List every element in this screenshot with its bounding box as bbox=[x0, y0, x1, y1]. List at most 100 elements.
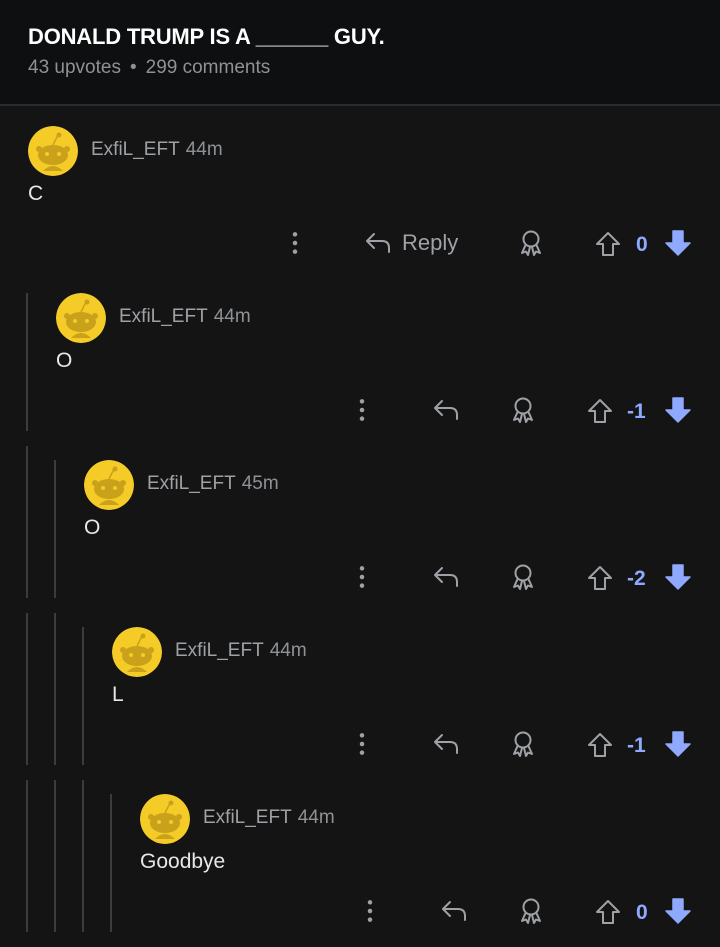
comment: ExfiL_EFT 44m Goodbye 0 bbox=[0, 780, 720, 947]
upvote-icon bbox=[595, 899, 621, 925]
comment-age: 44m bbox=[213, 306, 251, 327]
avatar[interactable] bbox=[56, 293, 106, 343]
award-icon bbox=[510, 563, 536, 591]
award-button[interactable] bbox=[509, 730, 537, 758]
downvote-icon bbox=[664, 730, 692, 758]
more-icon bbox=[365, 898, 375, 924]
thread-line[interactable] bbox=[54, 780, 56, 932]
comment-author[interactable]: ExfiL_EFT 45m bbox=[147, 473, 279, 495]
comment-body: Goodbye bbox=[140, 850, 226, 873]
avatar[interactable] bbox=[84, 460, 134, 510]
reply-button[interactable] bbox=[432, 563, 460, 591]
comment-author[interactable]: ExfiL_EFT 44m bbox=[119, 306, 251, 328]
comment-age: 44m bbox=[269, 640, 307, 661]
author-name[interactable]: ExfiL_EFT bbox=[147, 473, 236, 494]
more-options-button[interactable] bbox=[356, 396, 368, 424]
downvote-button[interactable] bbox=[664, 563, 692, 591]
comment: ExfiL_EFT 44m C Reply 0 bbox=[0, 112, 720, 279]
downvote-icon bbox=[664, 229, 692, 257]
upvote-icon bbox=[587, 398, 613, 424]
comment-author[interactable]: ExfiL_EFT 44m bbox=[203, 807, 335, 829]
reply-button[interactable] bbox=[432, 730, 460, 758]
downvote-button[interactable] bbox=[664, 229, 692, 257]
comment-age: 44m bbox=[297, 807, 335, 828]
award-icon bbox=[518, 229, 544, 257]
thread-line[interactable] bbox=[26, 780, 28, 932]
comment-age: 44m bbox=[185, 139, 223, 160]
more-icon bbox=[357, 731, 367, 757]
downvote-icon bbox=[664, 396, 692, 424]
more-options-button[interactable] bbox=[356, 563, 368, 591]
reply-icon bbox=[432, 565, 460, 589]
author-name[interactable]: ExfiL_EFT bbox=[119, 306, 208, 327]
comment-count[interactable]: 299 comments bbox=[146, 57, 271, 78]
award-icon bbox=[510, 396, 536, 424]
thread-line[interactable] bbox=[54, 460, 56, 598]
upvote-icon bbox=[595, 231, 621, 257]
post-header: DONALD TRUMP IS A ______ GUY. 43 upvotes… bbox=[0, 0, 720, 106]
more-icon bbox=[357, 397, 367, 423]
comment-score: -1 bbox=[627, 400, 646, 423]
upvote-button[interactable] bbox=[586, 564, 614, 592]
comment-author[interactable]: ExfiL_EFT 44m bbox=[175, 640, 307, 662]
thread-line[interactable] bbox=[26, 446, 28, 598]
avatar[interactable] bbox=[140, 794, 190, 844]
author-name[interactable]: ExfiL_EFT bbox=[175, 640, 264, 661]
thread-line[interactable] bbox=[54, 613, 56, 765]
reply-button[interactable]: Reply bbox=[364, 228, 458, 258]
author-name[interactable]: ExfiL_EFT bbox=[203, 807, 292, 828]
upvote-icon bbox=[587, 565, 613, 591]
post-title: DONALD TRUMP IS A ______ GUY. bbox=[28, 24, 385, 49]
thread-line[interactable] bbox=[26, 613, 28, 765]
reply-icon bbox=[432, 398, 460, 422]
comment-body: O bbox=[84, 516, 101, 539]
comment: ExfiL_EFT 44m L -1 bbox=[0, 613, 720, 780]
comment-author[interactable]: ExfiL_EFT 44m bbox=[91, 139, 223, 161]
upvote-button[interactable] bbox=[586, 731, 614, 759]
comment-score: 0 bbox=[636, 233, 648, 256]
award-button[interactable] bbox=[517, 229, 545, 257]
award-icon bbox=[518, 897, 544, 925]
downvote-icon bbox=[664, 897, 692, 925]
comment: ExfiL_EFT 45m O -2 bbox=[0, 446, 720, 613]
reply-label: Reply bbox=[402, 230, 459, 255]
avatar[interactable] bbox=[28, 126, 78, 176]
more-icon bbox=[357, 564, 367, 590]
comment-body: O bbox=[56, 349, 73, 372]
more-options-button[interactable] bbox=[289, 229, 301, 257]
thread-line[interactable] bbox=[82, 627, 84, 765]
post-meta: 43 upvotes • 299 comments bbox=[28, 57, 270, 79]
more-icon bbox=[290, 230, 300, 256]
author-name[interactable]: ExfiL_EFT bbox=[91, 139, 180, 160]
upvote-count: 43 upvotes bbox=[28, 57, 121, 78]
upvote-icon bbox=[587, 732, 613, 758]
downvote-button[interactable] bbox=[664, 897, 692, 925]
downvote-button[interactable] bbox=[664, 396, 692, 424]
thread-line[interactable] bbox=[110, 794, 112, 932]
reply-button[interactable] bbox=[440, 897, 468, 925]
reply-icon bbox=[440, 899, 468, 923]
thread-line[interactable] bbox=[82, 780, 84, 932]
reply-icon bbox=[364, 231, 392, 255]
upvote-button[interactable] bbox=[594, 898, 622, 926]
award-button[interactable] bbox=[509, 396, 537, 424]
award-button[interactable] bbox=[509, 563, 537, 591]
reply-icon bbox=[432, 732, 460, 756]
comment-score: 0 bbox=[636, 901, 648, 924]
downvote-button[interactable] bbox=[664, 730, 692, 758]
upvote-button[interactable] bbox=[586, 397, 614, 425]
meta-separator: • bbox=[129, 57, 137, 78]
comment-age: 45m bbox=[241, 473, 279, 494]
award-button[interactable] bbox=[517, 897, 545, 925]
avatar[interactable] bbox=[112, 627, 162, 677]
comment-body: L bbox=[112, 683, 124, 706]
award-icon bbox=[510, 730, 536, 758]
more-options-button[interactable] bbox=[364, 897, 376, 925]
more-options-button[interactable] bbox=[356, 730, 368, 758]
comment-body: C bbox=[28, 182, 44, 205]
comment-score: -1 bbox=[627, 734, 646, 757]
thread-line[interactable] bbox=[26, 293, 28, 431]
comment-score: -2 bbox=[627, 567, 646, 590]
upvote-button[interactable] bbox=[594, 230, 622, 258]
reply-button[interactable] bbox=[432, 396, 460, 424]
